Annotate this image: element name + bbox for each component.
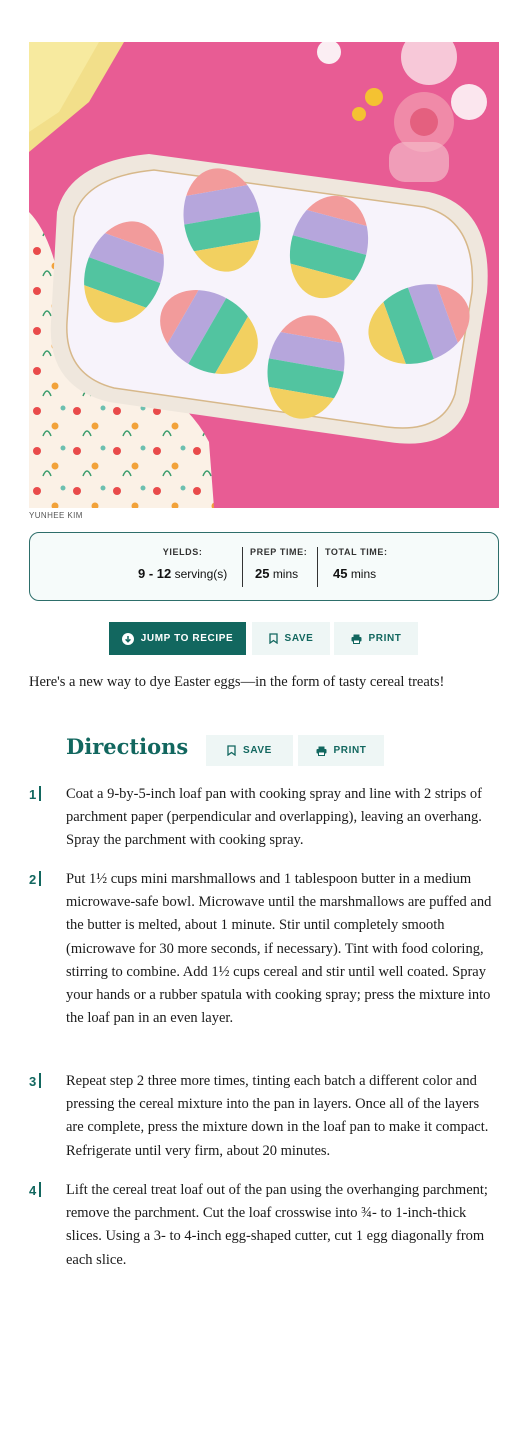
step-text: Lift the cereal treat loaf out of the pa… <box>66 1182 488 1268</box>
stat-total: TOTAL TIME: 45 mins <box>325 547 388 581</box>
directions-print-button[interactable]: PRINT <box>298 735 384 766</box>
yields-value: 9 - 12 serving(s) <box>138 566 227 581</box>
total-number: 45 <box>333 566 348 581</box>
step-text: Coat a 9-by-5-inch loaf pan with cooking… <box>66 786 482 849</box>
step-number-text: 2 <box>29 872 37 887</box>
step-number-text: 4 <box>29 1183 37 1198</box>
directions-save-button[interactable]: SAVE <box>206 735 293 766</box>
arrow-down-circle-icon <box>121 632 134 645</box>
save-button[interactable]: SAVE <box>252 622 330 655</box>
stat-prep: PREP TIME: 25 mins <box>250 547 307 581</box>
prep-label: PREP TIME: <box>250 547 308 557</box>
jump-to-recipe-label: JUMP TO RECIPE <box>140 633 234 644</box>
recipe-photo <box>29 42 499 508</box>
step-number: 4 <box>29 1182 42 1198</box>
total-unit: mins <box>350 567 377 581</box>
printer-icon <box>316 746 327 756</box>
printer-icon <box>351 634 362 644</box>
recipe-intro: Here's a new way to dye Easter eggs—in t… <box>29 674 445 690</box>
save-label: SAVE <box>284 633 314 644</box>
step-text: Put 1½ cups mini marshmallows and 1 tabl… <box>66 871 492 1027</box>
step-number-text: 3 <box>29 1074 37 1089</box>
photo-credit: YUNHEE KIM <box>29 511 83 520</box>
step-number: 2 <box>29 871 42 887</box>
step-number-bar <box>39 871 42 886</box>
directions-print-label: PRINT <box>333 745 367 756</box>
step-number: 1 <box>29 786 42 802</box>
print-label: PRINT <box>368 633 402 644</box>
yields-number: 9 - 12 <box>138 566 172 581</box>
step-text: Repeat step 2 three more times, tinting … <box>66 1073 489 1159</box>
step-number-bar <box>39 1182 42 1197</box>
bookmark-icon <box>227 745 236 756</box>
stat-divider <box>317 547 318 587</box>
directions-save-label: SAVE <box>243 745 272 756</box>
step-number: 3 <box>29 1073 42 1089</box>
step-number-bar <box>39 1073 42 1088</box>
stat-divider <box>242 547 243 587</box>
step-number-text: 1 <box>29 787 37 802</box>
total-label: TOTAL TIME: <box>325 547 388 557</box>
recipe-stats: YIELDS: 9 - 12 serving(s) PREP TIME: 25 … <box>29 532 499 601</box>
prep-number: 25 <box>255 566 270 581</box>
prep-unit: mins <box>272 567 299 581</box>
recipe-photo-illustration <box>29 42 499 508</box>
bookmark-icon <box>268 633 278 644</box>
stat-yields: YIELDS: 9 - 12 serving(s) <box>138 547 227 581</box>
step-number-bar <box>39 786 42 801</box>
yields-unit: serving(s) <box>174 567 228 581</box>
total-value: 45 mins <box>325 566 388 581</box>
print-button[interactable]: PRINT <box>334 622 418 655</box>
prep-value: 25 mins <box>250 566 307 581</box>
jump-to-recipe-button[interactable]: JUMP TO RECIPE <box>109 622 246 655</box>
directions-heading: Directions <box>66 734 189 759</box>
yields-label: YIELDS: <box>162 547 203 557</box>
